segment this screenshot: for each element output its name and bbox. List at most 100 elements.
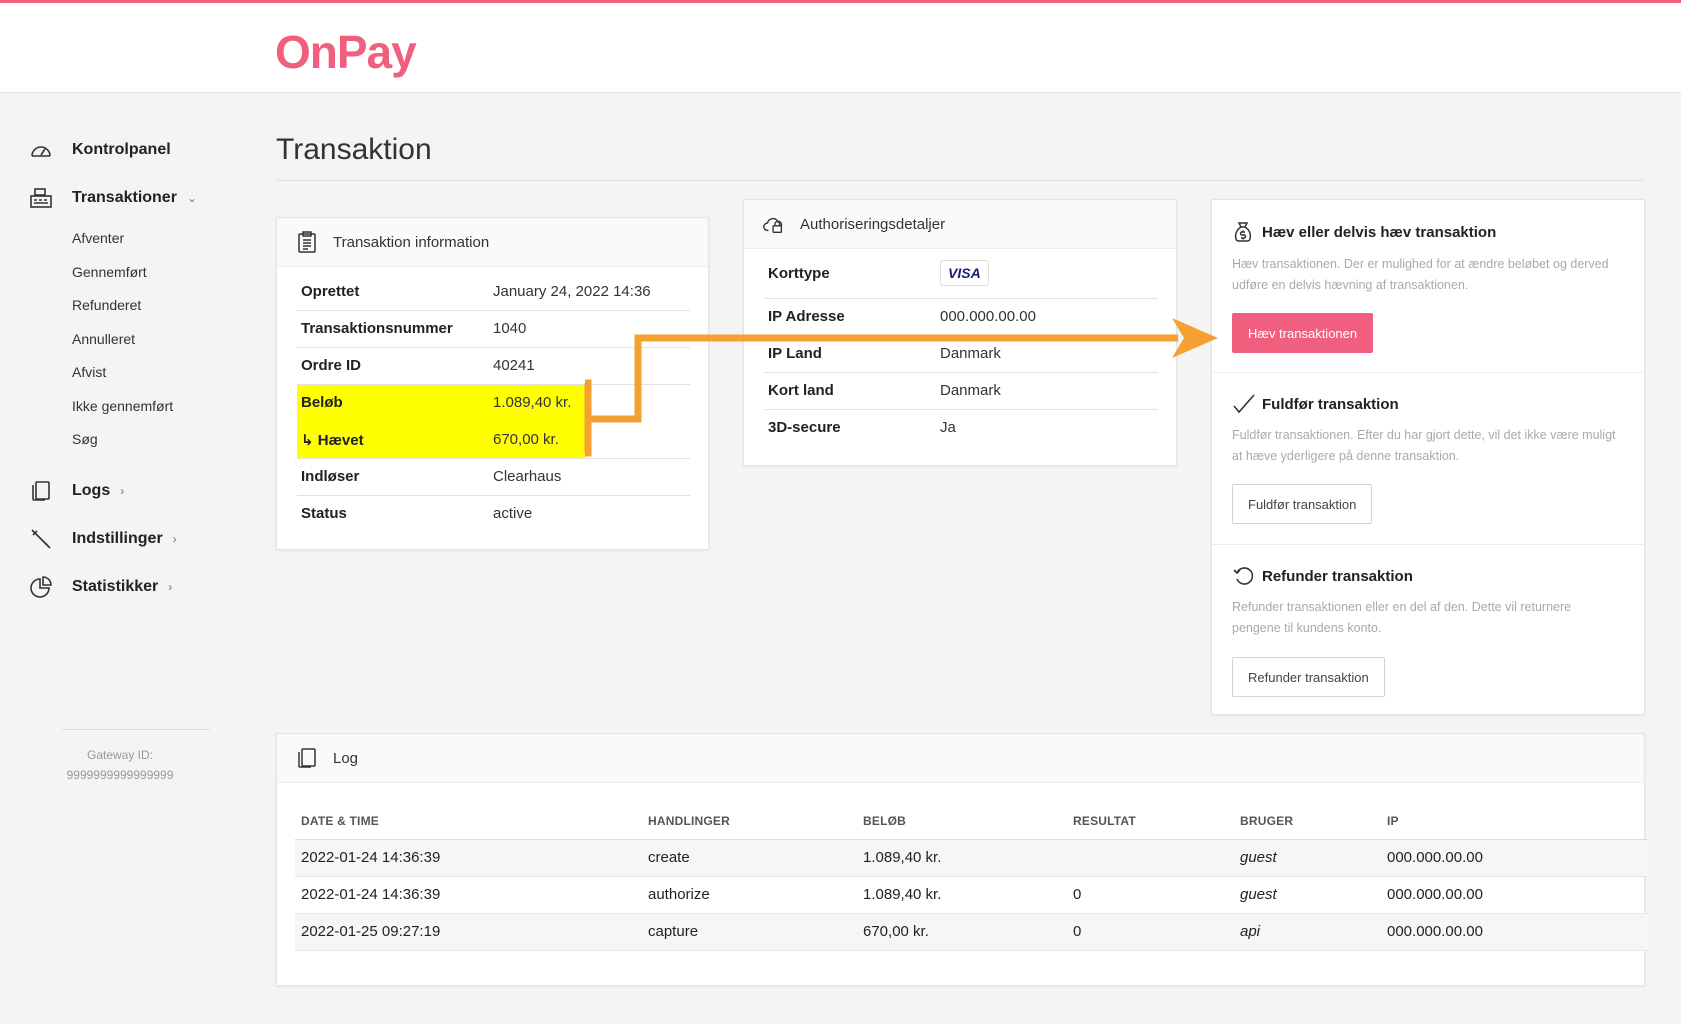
auth-row-kort-land: Kort land Danmark xyxy=(764,373,1158,410)
sidebar-subitem-annulleret[interactable]: Annulleret xyxy=(72,331,135,347)
pie-chart-icon xyxy=(28,574,54,600)
onpay-logo[interactable]: OnPay xyxy=(275,25,417,79)
auth-row-ip-adresse: IP Adresse 000.000.00.00 xyxy=(764,299,1158,336)
auth-row-korttype: Korttype VISA xyxy=(764,256,1158,299)
sidebar-subitem-afvist[interactable]: Afvist xyxy=(72,364,106,380)
refund-arrow-icon xyxy=(1232,564,1256,588)
sidebar-item-label: Kontrolpanel xyxy=(72,141,171,158)
refund-transaction-button[interactable]: Refunder transaktion xyxy=(1232,657,1385,697)
card-title: Log xyxy=(333,749,359,767)
order-id-link[interactable]: 40241 xyxy=(493,357,535,374)
cell-ip-link[interactable]: 000.000.00.00 xyxy=(1381,839,1649,877)
info-key: Beløb xyxy=(301,394,343,411)
auth-value: Danmark xyxy=(940,345,1001,362)
card-header: Authoriseringsdetaljer xyxy=(744,200,1176,249)
auth-value: Ja xyxy=(940,419,956,436)
section-description: Fuldfør transaktionen. Efter du har gjor… xyxy=(1232,428,1616,463)
sidebar: Kontrolpanel Transaktioner ⌄ Afventer Ge… xyxy=(0,93,230,1024)
auth-table: Korttype VISA IP Adresse 000.000.00.00 I… xyxy=(764,256,1158,447)
sidebar-item-logs[interactable]: Logs › xyxy=(28,478,124,504)
sidebar-subitem-ikke-gennemfoert[interactable]: Ikke gennemført xyxy=(72,398,173,414)
sidebar-subitem-soeg[interactable]: Søg xyxy=(72,431,98,447)
info-key: Indløser xyxy=(301,468,360,485)
sidebar-item-indstillinger[interactable]: Indstillinger › xyxy=(28,526,177,552)
sidebar-subitem-afventer[interactable]: Afventer xyxy=(72,230,124,246)
info-row-indloeser: Indløser Clearhaus xyxy=(297,459,690,496)
cell-action: authorize xyxy=(642,876,857,914)
table-row: 2022-01-24 14:36:39 create 1.089,40 kr. … xyxy=(295,839,1649,877)
clipboard-icon xyxy=(295,230,319,254)
card-title: Transaktion information xyxy=(333,233,490,251)
info-row-beloeb: Beløb 1.089,40 kr. xyxy=(297,385,586,422)
documents-icon xyxy=(28,478,54,504)
card-header: Transaktion information xyxy=(277,218,708,267)
cell-user: api xyxy=(1234,913,1381,951)
capture-section: Hæv eller delvis hæv transaktion Hæv tra… xyxy=(1212,200,1644,373)
top-bar: OnPay xyxy=(0,0,1681,93)
table-row: 2022-01-24 14:36:39 authorize 1.089,40 k… xyxy=(295,876,1649,914)
section-title-text: Refunder transaktion xyxy=(1262,567,1413,585)
cell-ip-link[interactable]: 000.000.00.00 xyxy=(1381,913,1649,951)
section-description: Hæv transaktionen. Der er mulighed for a… xyxy=(1232,257,1609,292)
info-value: 1.089,40 kr. xyxy=(493,394,572,411)
complete-section: Fuldfør transaktion Fuldfør transaktione… xyxy=(1212,373,1644,545)
section-title: Refunder transaktion xyxy=(1232,564,1413,588)
register-icon xyxy=(28,185,54,211)
card-brand: VISA xyxy=(940,260,989,286)
gateway-label: Gateway ID: xyxy=(86,748,154,762)
cell-datetime: 2022-01-24 14:36:39 xyxy=(295,839,642,877)
column-header: BELØB xyxy=(857,804,1067,840)
auth-value: Danmark xyxy=(940,382,1001,399)
table-header-row: DATE & TIME HANDLINGER BELØB RESULTAT BR… xyxy=(295,804,1649,840)
chevron-down-icon: ⌄ xyxy=(186,191,197,205)
sidebar-item-kontrolpanel[interactable]: Kontrolpanel xyxy=(28,137,171,163)
info-row-status: Status active xyxy=(297,496,690,533)
info-row-transaktionsnummer: Transaktionsnummer 1040 xyxy=(297,311,690,348)
sidebar-item-transaktioner[interactable]: Transaktioner ⌄ xyxy=(28,185,197,211)
info-key: Status xyxy=(301,505,347,522)
log-card: Log DATE & TIME HANDLINGER BELØB RESULTA… xyxy=(276,733,1649,986)
page-title: Transaktion xyxy=(276,133,432,166)
table-row: 2022-01-25 09:27:19 capture 670,00 kr. 0… xyxy=(295,913,1649,951)
auth-row-3d-secure: 3D-secure Ja xyxy=(764,410,1158,447)
sidebar-item-statistikker[interactable]: Statistikker › xyxy=(28,574,172,600)
actions-card: Hæv eller delvis hæv transaktion Hæv tra… xyxy=(1211,199,1645,715)
auth-key: Korttype xyxy=(768,265,830,282)
sidebar-subitem-gennemfoert[interactable]: Gennemført xyxy=(72,264,147,280)
ip-address-link[interactable]: 000.000.00.00 xyxy=(940,308,1036,325)
authorization-card: Authoriseringsdetaljer Korttype VISA IP … xyxy=(743,199,1177,466)
auth-row-ip-land: IP Land Danmark xyxy=(764,336,1158,373)
info-table: Oprettet January 24, 2022 14:36 Transakt… xyxy=(297,274,690,533)
info-key: ↳ Hævet xyxy=(301,432,364,449)
refund-section: Refunder transaktion Refunder transaktio… xyxy=(1212,545,1644,716)
cell-user: guest xyxy=(1234,876,1381,914)
documents-icon xyxy=(295,746,319,770)
info-key: Ordre ID xyxy=(301,357,362,374)
section-description: Refunder transaktionen eller en del af d… xyxy=(1232,600,1572,635)
cell-datetime: 2022-01-24 14:36:39 xyxy=(295,876,642,914)
title-divider xyxy=(276,180,1644,181)
wrench-icon xyxy=(28,526,54,552)
column-header: BRUGER xyxy=(1234,804,1381,840)
chevron-right-icon: › xyxy=(120,484,125,498)
cell-amount: 670,00 kr. xyxy=(857,913,1067,951)
auth-key: Kort land xyxy=(768,382,834,399)
sidebar-divider xyxy=(62,729,210,730)
sidebar-item-label: Transaktioner xyxy=(72,189,177,206)
cell-result: 0 xyxy=(1067,876,1234,914)
info-key: Transaktionsnummer xyxy=(301,320,453,337)
complete-transaction-button[interactable]: Fuldfør transaktion xyxy=(1232,484,1373,524)
cell-result: 0 xyxy=(1067,913,1234,951)
section-title: Hæv eller delvis hæv transaktion xyxy=(1232,220,1496,244)
cell-result xyxy=(1067,839,1234,877)
cell-action: create xyxy=(642,839,857,877)
info-row-haevet: ↳ Hævet 670,00 kr. xyxy=(297,422,690,459)
visa-card-icon: VISA xyxy=(940,260,989,286)
capture-transaction-button[interactable]: Hæv transaktionen xyxy=(1232,313,1374,353)
cell-amount: 1.089,40 kr. xyxy=(857,876,1067,914)
info-value: 1040 xyxy=(493,320,527,337)
info-value: January 24, 2022 14:36 xyxy=(493,283,651,300)
cell-ip-link[interactable]: 000.000.00.00 xyxy=(1381,876,1649,914)
info-value: active xyxy=(493,505,533,522)
sidebar-subitem-refunderet[interactable]: Refunderet xyxy=(72,297,141,313)
